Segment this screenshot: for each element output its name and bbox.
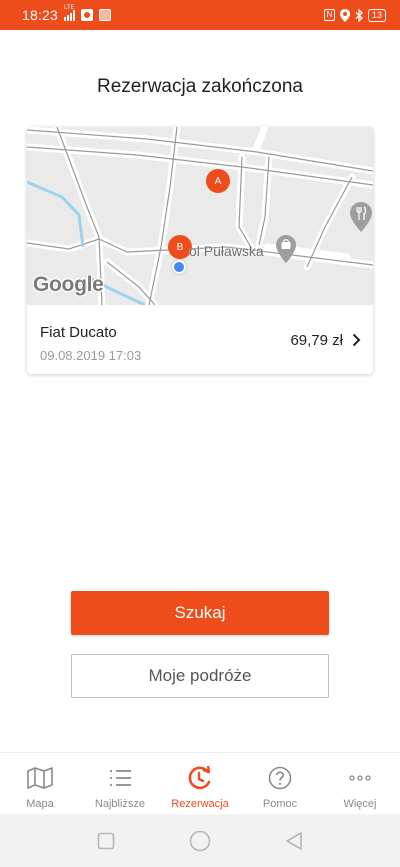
fork-knife-icon[interactable] [350,202,372,232]
current-location-icon [172,260,186,274]
signal-icon: LTE [64,5,76,21]
nav-label-reservation: Rezerwacja [171,798,229,810]
marker-a-label: A [214,175,222,187]
status-time: 18:23 [22,7,59,23]
trip-card[interactable]: A B ol Puławska Google Fiat Ducato 09.08… [27,127,373,374]
home-icon[interactable] [189,830,211,852]
my-trips-button[interactable]: Moje podróże [71,654,329,698]
map-icon [26,765,54,791]
nav-item-more[interactable]: Więcej [320,753,400,814]
notification-icon [81,9,94,21]
nav-label-help: Pomoc [262,798,298,810]
recents-icon[interactable] [97,832,115,850]
shopping-bag-icon[interactable] [276,235,296,263]
map-view[interactable]: A B ol Puławska Google [27,127,373,305]
help-icon [266,765,294,791]
app-notification-icon [99,9,112,21]
more-icon [346,765,374,791]
nav-item-nearest[interactable]: Najbliższe [80,753,160,814]
reservation-icon [186,765,214,791]
poi-label: ol Puławska [189,243,264,259]
nav-label-map: Mapa [26,798,54,810]
network-type: LTE [64,5,75,11]
vehicle-name: Fiat Ducato [40,324,117,341]
marker-b-label: B [176,241,184,253]
marker-a[interactable]: A [206,169,230,193]
system-navigation-bar [0,814,400,867]
back-icon[interactable] [285,831,303,851]
page-title: Rezerwacja zakończona [97,76,303,97]
nav-label-nearest: Najbliższe [94,798,146,810]
bluetooth-icon [355,8,363,22]
list-icon [106,765,134,791]
nav-item-map[interactable]: Mapa [0,753,80,814]
trip-price: 69,79 zł [290,332,343,349]
google-logo: Google [33,273,104,296]
status-bar: 18:23 LTE N 13 [0,0,400,30]
nav-item-help[interactable]: Pomoc [240,753,320,814]
search-button[interactable]: Szukaj [71,591,329,635]
nav-item-reservation[interactable]: Rezerwacja [160,753,240,814]
bottom-navigation: Mapa Najbliższe Rezerwacja Pomoc Więcej [0,752,400,814]
nfc-icon: N [323,9,335,21]
battery-icon: 13 [367,8,386,22]
location-icon [339,8,350,22]
trip-summary-row[interactable]: Fiat Ducato 09.08.2019 17:03 69,79 zł [27,305,373,374]
trip-date: 09.08.2019 17:03 [40,348,142,363]
nav-label-more: Więcej [343,798,377,810]
chevron-right-icon[interactable] [352,333,361,347]
